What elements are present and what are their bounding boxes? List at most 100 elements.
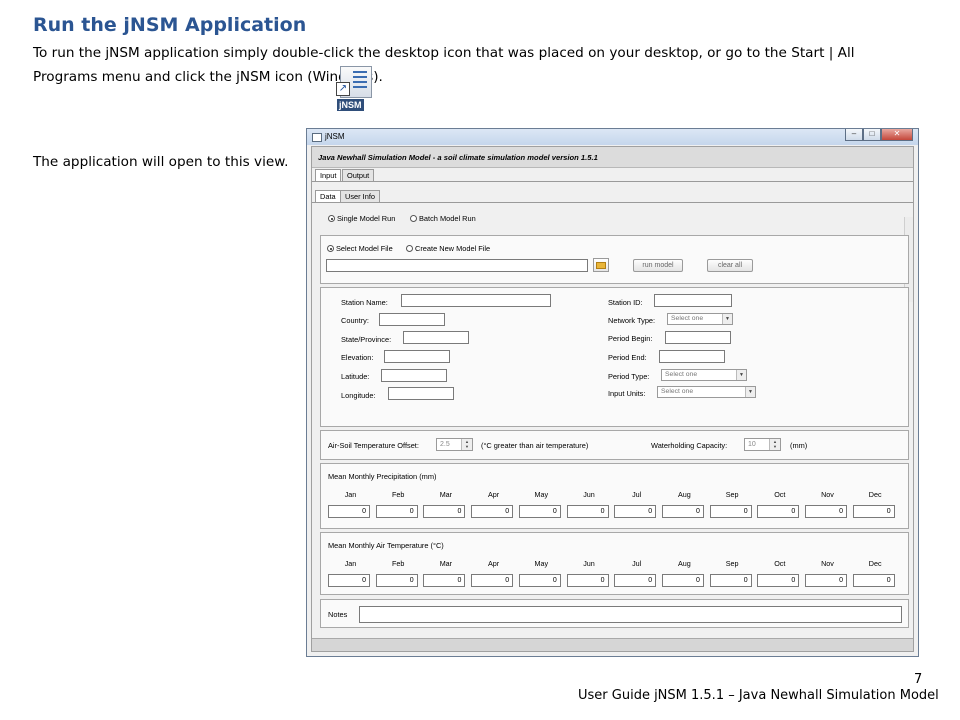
- temperature-value-input[interactable]: 0: [375, 574, 418, 587]
- air-soil-offset-label: Air-Soil Temperature Offset:: [328, 441, 419, 450]
- window-titlebar[interactable]: jNSM – □ ✕: [307, 129, 918, 145]
- chevron-down-icon: ▼: [745, 387, 755, 397]
- period-end-label: Period End:: [608, 353, 647, 362]
- temperature-value-input[interactable]: 0: [328, 574, 370, 587]
- state-province-input[interactable]: [403, 331, 469, 344]
- period-begin-label: Period Begin:: [608, 334, 653, 343]
- temperature-value-input[interactable]: 0: [614, 574, 657, 587]
- precipitation-value-input[interactable]: 0: [328, 505, 370, 518]
- station-id-input[interactable]: [654, 294, 732, 307]
- precipitation-panel: Mean Monthly Precipitation (mm) Jan 0 Feb 0…: [320, 463, 909, 529]
- app-header: Java Newhall Simulation Model - a soil c…: [312, 147, 913, 168]
- create-new-model-file-radio[interactable]: Create New Model File: [406, 244, 490, 253]
- intro-paragraph: To run the jNSM application simply doubl…: [33, 45, 855, 85]
- temperature-value-input[interactable]: 0: [518, 574, 561, 587]
- precipitation-month-label: Aug: [677, 490, 691, 499]
- precipitation-value-input[interactable]: 0: [661, 505, 704, 518]
- temperature-value-input[interactable]: 0: [471, 574, 514, 587]
- select-model-file-radio[interactable]: Select Model File: [327, 244, 393, 253]
- waterholding-capacity-unit: (mm): [790, 441, 808, 450]
- temperature-month-label: Jun: [583, 559, 595, 568]
- country-input[interactable]: [379, 313, 445, 326]
- longitude-label: Longitude:: [341, 391, 376, 400]
- input-units-label: Input Units:: [608, 389, 646, 398]
- precipitation-month-label: May: [534, 490, 549, 499]
- air-soil-offset-spinner[interactable]: 2.5 ▲ ▼: [436, 438, 473, 451]
- tab-data[interactable]: Data: [315, 190, 341, 202]
- network-type-select[interactable]: Select one ▼: [667, 313, 733, 325]
- tab-user-info[interactable]: User Info: [340, 190, 380, 202]
- period-type-label: Period Type:: [608, 372, 650, 381]
- status-bar: [312, 638, 913, 651]
- close-button[interactable]: ✕: [881, 129, 913, 141]
- jnsm-window: jNSM – □ ✕ Java Newhall Simulation Model…: [306, 128, 919, 657]
- temperature-value-input[interactable]: 0: [423, 574, 466, 587]
- temperature-month-label: May: [534, 559, 549, 568]
- period-end-input[interactable]: [659, 350, 725, 363]
- precipitation-value-input[interactable]: 0: [852, 505, 895, 518]
- precipitation-title: Mean Monthly Precipitation (mm): [328, 472, 437, 481]
- precipitation-month-label: Jan: [344, 490, 357, 499]
- temperature-value-input[interactable]: 0: [852, 574, 895, 587]
- temperature-value-input[interactable]: 0: [757, 574, 800, 587]
- tab-output[interactable]: Output: [342, 169, 375, 181]
- temperature-month-label: Aug: [677, 559, 691, 568]
- elevation-input[interactable]: [384, 350, 450, 363]
- minimize-button[interactable]: –: [845, 129, 863, 141]
- precipitation-value-input[interactable]: 0: [423, 505, 466, 518]
- temperature-month-label: Dec: [868, 559, 882, 568]
- precipitation-value-input[interactable]: 0: [709, 505, 752, 518]
- browse-folder-icon[interactable]: [593, 258, 609, 272]
- jnsm-desktop-icon[interactable]: ↗ jNSM: [336, 66, 372, 114]
- precipitation-value-input[interactable]: 0: [471, 505, 514, 518]
- latitude-input[interactable]: [381, 369, 447, 382]
- input-units-select[interactable]: Select one ▼: [657, 386, 756, 398]
- precipitation-value-input[interactable]: 0: [805, 505, 847, 518]
- temperature-value-input[interactable]: 0: [805, 574, 847, 587]
- notes-panel: Notes: [320, 599, 909, 628]
- run-model-button[interactable]: run model: [633, 259, 683, 272]
- station-id-label: Station ID:: [608, 298, 643, 307]
- precipitation-value-input[interactable]: 0: [566, 505, 609, 518]
- temperature-month-label: Jul: [632, 559, 642, 568]
- notes-input[interactable]: [359, 606, 902, 623]
- window-client: Java Newhall Simulation Model - a soil c…: [311, 146, 914, 652]
- maximize-button[interactable]: □: [863, 129, 881, 141]
- tab-input[interactable]: Input: [315, 169, 342, 181]
- precipitation-value-input[interactable]: 0: [375, 505, 418, 518]
- period-begin-input[interactable]: [665, 331, 731, 344]
- single-model-run-radio[interactable]: Single Model Run: [328, 214, 395, 223]
- longitude-input[interactable]: [388, 387, 454, 400]
- state-province-label: State/Province:: [341, 335, 392, 344]
- precipitation-month-label: Nov: [821, 490, 834, 499]
- latitude-label: Latitude:: [341, 372, 370, 381]
- country-label: Country:: [341, 316, 369, 325]
- temperature-value-input[interactable]: 0: [661, 574, 704, 587]
- clear-all-button[interactable]: clear all: [707, 259, 753, 272]
- window-title: jNSM: [325, 132, 345, 141]
- chevron-down-icon: ▼: [736, 370, 746, 380]
- precipitation-value-input[interactable]: 0: [614, 505, 657, 518]
- temperature-month-label: Sep: [725, 559, 739, 568]
- temperature-month-label: Nov: [821, 559, 834, 568]
- app-header-text: Java Newhall Simulation Model - a soil c…: [318, 153, 598, 162]
- air-soil-offset-unit: (°C greater than air temperature): [481, 441, 589, 450]
- temperature-value-input[interactable]: 0: [709, 574, 752, 587]
- precipitation-month-label: Feb: [391, 490, 405, 499]
- station-name-input[interactable]: [401, 294, 551, 307]
- waterholding-capacity-spinner[interactable]: 10 ▲ ▼: [744, 438, 781, 451]
- chevron-down-icon: ▼: [722, 314, 732, 324]
- network-type-label: Network Type:: [608, 316, 656, 325]
- page-footer: User Guide jNSM 1.5.1 – Java Newhall Sim…: [578, 688, 939, 703]
- temperature-month-label: Apr: [488, 559, 500, 568]
- precipitation-value-input[interactable]: 0: [518, 505, 561, 518]
- period-type-select[interactable]: Select one ▼: [661, 369, 747, 381]
- temperature-month-label: Feb: [391, 559, 405, 568]
- offsets-panel: Air-Soil Temperature Offset: 2.5 ▲ ▼ (°C g…: [320, 430, 909, 460]
- temperature-value-input[interactable]: 0: [566, 574, 609, 587]
- precipitation-value-input[interactable]: 0: [757, 505, 800, 518]
- batch-model-run-radio[interactable]: Batch Model Run: [410, 214, 476, 223]
- window-app-icon: [312, 133, 322, 142]
- notes-label: Notes: [328, 610, 348, 619]
- model-file-path-input[interactable]: [326, 259, 588, 272]
